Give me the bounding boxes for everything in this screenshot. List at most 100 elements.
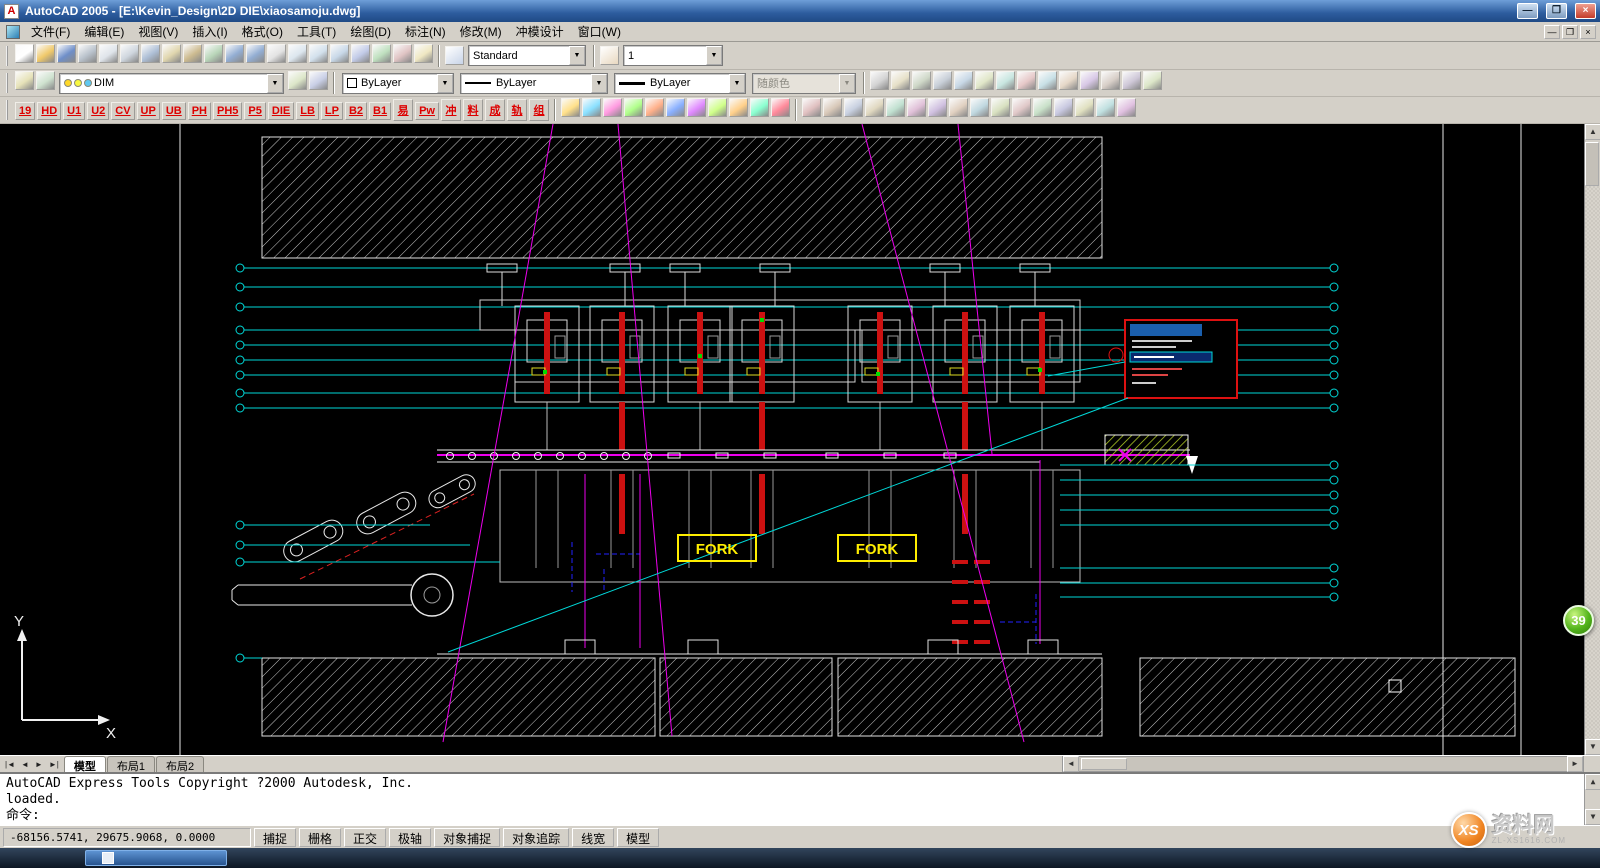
properties-icon[interactable]	[351, 44, 370, 63]
messenger-badge[interactable]: 39	[1563, 605, 1594, 636]
mdi-close-button[interactable]: ×	[1580, 25, 1596, 39]
text-style-combo[interactable]: Standard ▼	[468, 45, 586, 66]
zoom-realtime-icon[interactable]	[288, 44, 307, 63]
tool-ub[interactable]: UB	[162, 102, 186, 120]
scroll-down-icon[interactable]: ▼	[1585, 739, 1600, 755]
next-tab-icon[interactable]: ►	[32, 760, 46, 769]
scroll-up-icon[interactable]: ▲	[1585, 774, 1600, 790]
tool-pw[interactable]: Pw	[415, 102, 439, 120]
hatch-tool-icon[interactable]	[891, 71, 910, 90]
command-input-line[interactable]: 命令:	[6, 808, 1594, 824]
publish-icon[interactable]	[120, 44, 139, 63]
die-tool-12-icon[interactable]	[1033, 98, 1052, 117]
menu-modify[interactable]: 修改(M)	[453, 21, 509, 42]
last-tab-icon[interactable]: ►|	[46, 760, 62, 769]
menu-die-design[interactable]: 冲模设计	[509, 21, 571, 42]
mdi-restore-button[interactable]: ❐	[1562, 25, 1578, 39]
dim-style-icon[interactable]	[600, 46, 619, 65]
die-tool-8-icon[interactable]	[949, 98, 968, 117]
text-style-icon[interactable]	[445, 46, 464, 65]
coordinate-readout[interactable]: -68156.5741, 29675.9068, 0.0000	[3, 828, 251, 847]
zoom-previous-icon[interactable]	[330, 44, 349, 63]
lineweight-combo[interactable]: ByLayer ▼	[614, 73, 746, 94]
die-tool-4-icon[interactable]	[865, 98, 884, 117]
redo-icon[interactable]	[246, 44, 265, 63]
tab-model[interactable]: 模型	[64, 756, 106, 772]
windows-taskbar[interactable]	[0, 848, 1600, 868]
table-tool-icon[interactable]	[954, 71, 973, 90]
scroll-up-icon[interactable]: ▲	[1585, 124, 1600, 140]
tool-die[interactable]: DIE	[268, 102, 294, 120]
stamp-tool-7-icon[interactable]	[687, 98, 706, 117]
chevron-down-icon[interactable]: ▼	[267, 74, 283, 93]
zoom-window-icon[interactable]	[309, 44, 328, 63]
die-tool-11-icon[interactable]	[1012, 98, 1031, 117]
tool-cv[interactable]: CV	[111, 102, 134, 120]
scroll-down-icon[interactable]: ▼	[1585, 809, 1600, 825]
menu-tools[interactable]: 工具(T)	[290, 21, 343, 42]
tab-layout1[interactable]: 布局1	[107, 756, 155, 772]
field-tool-icon[interactable]	[1101, 71, 1120, 90]
stamp-tool-10-icon[interactable]	[750, 98, 769, 117]
boundary-icon[interactable]	[912, 71, 931, 90]
layer-combo[interactable]: DIM ▼	[59, 73, 284, 94]
list-tool-icon[interactable]	[1059, 71, 1078, 90]
command-window[interactable]: AutoCAD Express Tools Copyright ?2000 Au…	[0, 772, 1600, 825]
stamp-tool-6-icon[interactable]	[666, 98, 685, 117]
tool-palettes-icon[interactable]	[393, 44, 412, 63]
regen-tool-icon[interactable]	[1143, 71, 1162, 90]
drawing-canvas[interactable]: FORK FORK Y X	[0, 124, 1600, 755]
polar-toggle[interactable]: 极轴	[389, 828, 431, 847]
tool-zu[interactable]: 组	[529, 99, 549, 121]
tool-u1[interactable]: U1	[63, 102, 85, 120]
tool-b1[interactable]: B1	[369, 102, 391, 120]
stamp-tool-9-icon[interactable]	[729, 98, 748, 117]
id-point-icon[interactable]	[1038, 71, 1057, 90]
die-tool-13-icon[interactable]	[1054, 98, 1073, 117]
paste-icon[interactable]	[183, 44, 202, 63]
model-space-viewport[interactable]: FORK FORK Y X ▲ ▼ 39	[0, 124, 1600, 755]
chevron-down-icon[interactable]: ▼	[569, 46, 585, 65]
vertical-scroll-track[interactable]	[1585, 186, 1600, 739]
die-tool-14-icon[interactable]	[1075, 98, 1094, 117]
linetype-combo[interactable]: ByLayer ▼	[460, 73, 608, 94]
tool-cheng[interactable]: 成	[485, 99, 505, 121]
designcenter-icon[interactable]	[372, 44, 391, 63]
die-tool-7-icon[interactable]	[928, 98, 947, 117]
horizontal-scroll-thumb[interactable]	[1081, 758, 1127, 770]
tool-ph5[interactable]: PH5	[213, 102, 242, 120]
close-button[interactable]: ×	[1575, 3, 1596, 19]
lineweight-toggle[interactable]: 线宽	[572, 828, 614, 847]
toolbar-grip[interactable]	[6, 46, 11, 66]
distance-tool-icon[interactable]	[996, 71, 1015, 90]
draworder-front-icon[interactable]	[870, 71, 889, 90]
stamp-tool-11-icon[interactable]	[771, 98, 790, 117]
open-icon[interactable]	[36, 44, 55, 63]
die-tool-10-icon[interactable]	[991, 98, 1010, 117]
tool-b2[interactable]: B2	[345, 102, 367, 120]
title-bar[interactable]: A AutoCAD 2005 - [E:\Kevin_Design\2D DIE…	[0, 0, 1600, 22]
save-icon[interactable]	[57, 44, 76, 63]
copy-icon[interactable]	[162, 44, 181, 63]
color-combo[interactable]: ByLayer ▼	[342, 73, 454, 94]
tool-u2[interactable]: U2	[87, 102, 109, 120]
die-tool-9-icon[interactable]	[970, 98, 989, 117]
menu-file[interactable]: 文件(F)	[24, 21, 77, 42]
first-tab-icon[interactable]: |◄	[2, 760, 18, 769]
menu-edit[interactable]: 编辑(E)	[77, 21, 131, 42]
scroll-left-icon[interactable]: ◄	[1063, 756, 1079, 772]
die-tool-16-icon[interactable]	[1117, 98, 1136, 117]
tool-liao[interactable]: 料	[463, 99, 483, 121]
plot-preview-icon[interactable]	[99, 44, 118, 63]
die-tool-15-icon[interactable]	[1096, 98, 1115, 117]
match-properties-icon[interactable]	[204, 44, 223, 63]
layer-previous-icon[interactable]	[309, 71, 328, 90]
osnap-toggle[interactable]: 对象捕捉	[434, 828, 500, 847]
menu-format[interactable]: 格式(O)	[235, 21, 290, 42]
command-scrollbar[interactable]: ▲ ▼	[1584, 774, 1600, 825]
tool-ph[interactable]: PH	[188, 102, 211, 120]
maximize-button[interactable]: ❐	[1546, 3, 1567, 19]
horizontal-scrollbar[interactable]: ◄ ►	[1062, 756, 1584, 772]
quick-calc-icon[interactable]	[1080, 71, 1099, 90]
tool-lp[interactable]: LP	[321, 102, 343, 120]
